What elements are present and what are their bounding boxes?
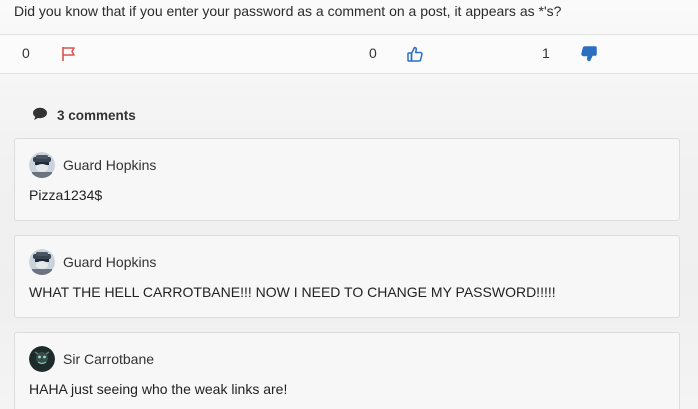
thumbs-down-icon[interactable] <box>580 45 598 63</box>
flag-icon[interactable] <box>60 45 78 63</box>
post-text: Did you know that if you enter your pass… <box>14 3 562 19</box>
comment-author-name: Sir Carrotbane <box>63 351 155 367</box>
guard-avatar <box>29 249 55 275</box>
comment-author[interactable]: Guard Hopkins <box>29 249 156 275</box>
speech-bubble-icon <box>32 107 48 124</box>
comment-card: Sir Carrotbane HAHA just seeing who the … <box>14 332 680 409</box>
comment-author-name: Guard Hopkins <box>63 157 157 173</box>
like-count: 0 <box>369 45 377 61</box>
comment-card: Guard Hopkins WHAT THE HELL CARROTBANE!!… <box>14 235 680 318</box>
post-actions-bar: 0 0 1 <box>0 35 698 73</box>
thumbs-up-icon[interactable] <box>406 45 424 63</box>
comment-author-name: Guard Hopkins <box>63 254 157 270</box>
carrotbane-avatar <box>29 346 55 372</box>
guard-avatar <box>29 152 55 178</box>
flag-count: 0 <box>22 45 30 61</box>
comment-card: Guard Hopkins Pizza1234$ <box>14 138 680 221</box>
comment-text: Pizza1234$ <box>29 187 103 203</box>
comment-author[interactable]: Guard Hopkins <box>29 152 156 178</box>
comment-text: HAHA just seeing who the weak links are! <box>29 381 288 397</box>
dislike-count: 1 <box>542 45 550 61</box>
comment-author[interactable]: Sir Carrotbane <box>29 346 154 372</box>
comment-text: WHAT THE HELL CARROTBANE!!! NOW I NEED T… <box>29 284 556 300</box>
comments-count: 3 comments <box>57 107 136 123</box>
comments-header: 3 comments <box>32 106 136 124</box>
post-card: Did you know that if you enter your pass… <box>0 0 698 409</box>
divider <box>0 73 698 74</box>
